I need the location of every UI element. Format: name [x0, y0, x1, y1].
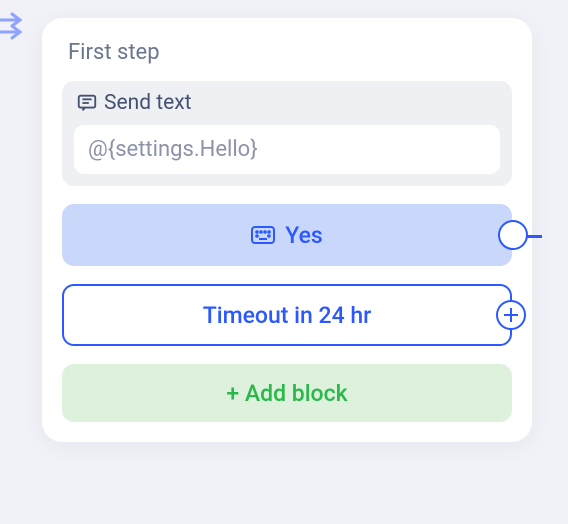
- option-yes-output-port[interactable]: [498, 220, 528, 250]
- add-block-button[interactable]: + Add block: [62, 364, 512, 422]
- keyboard-icon: [251, 226, 275, 244]
- step-title: First step: [68, 40, 506, 65]
- incoming-connector-arrow: [0, 12, 28, 44]
- message-icon: [76, 92, 98, 114]
- option-timeout-add-port[interactable]: [496, 300, 526, 330]
- send-text-block[interactable]: Send text @{settings.Hello}: [62, 81, 512, 186]
- send-text-value: @{settings.Hello}: [88, 137, 258, 162]
- option-timeout[interactable]: Timeout in 24 hr: [62, 284, 512, 346]
- option-yes-label: Yes: [285, 222, 322, 249]
- flow-canvas: First step Send text @{settings.Hello}: [0, 0, 568, 524]
- send-text-label: Send text: [104, 91, 192, 115]
- option-timeout-label: Timeout in 24 hr: [203, 302, 372, 329]
- step-card[interactable]: First step Send text @{settings.Hello}: [42, 18, 532, 442]
- option-yes[interactable]: Yes: [62, 204, 512, 266]
- send-text-header: Send text: [74, 91, 500, 115]
- send-text-input[interactable]: @{settings.Hello}: [74, 125, 500, 174]
- add-block-label: + Add block: [226, 380, 347, 407]
